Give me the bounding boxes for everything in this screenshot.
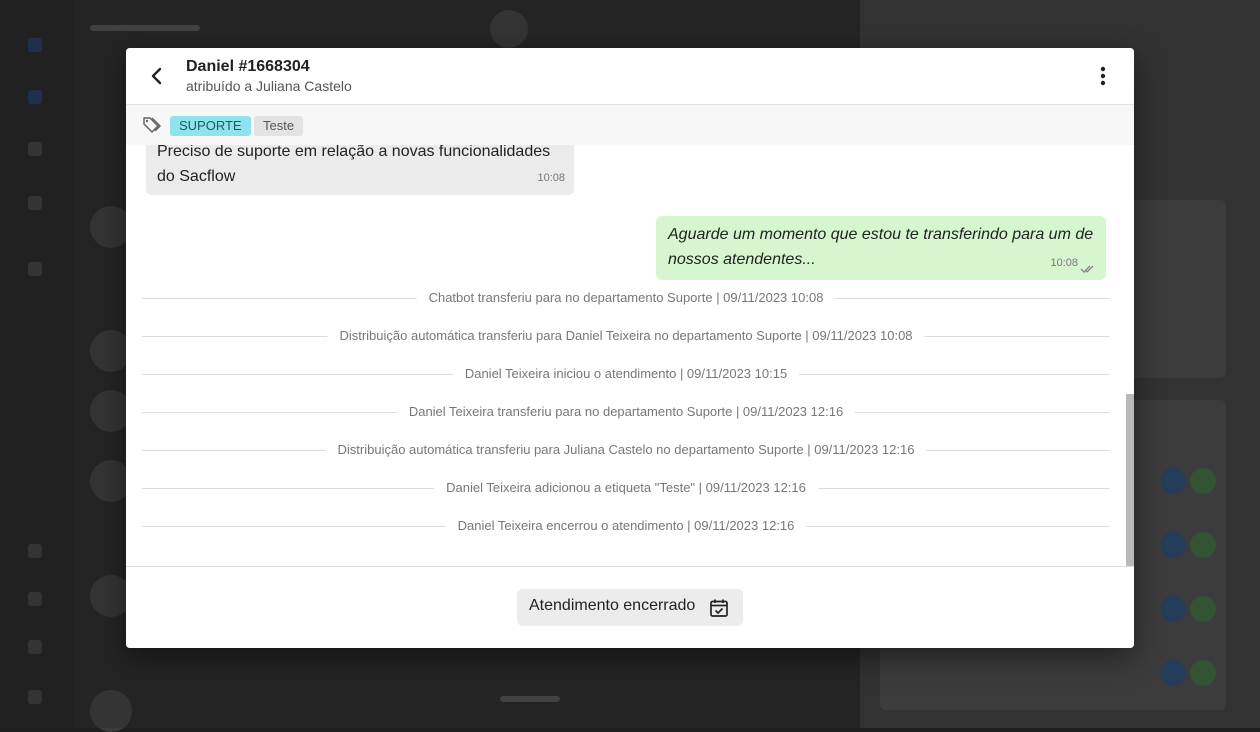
event-text: Distribuição automática transferiu para … [327,328,925,344]
incoming-message: Preciso de suporte em relação a novas fu… [146,145,574,195]
system-event: Daniel Teixeira encerrou o atendimento |… [142,518,1110,534]
system-event: Daniel Teixeira iniciou o atendimento | … [142,366,1110,382]
more-options-button[interactable] [1092,64,1114,88]
assignee-subtitle: atribuído a Juliana Castelo [186,78,352,94]
chat-scrollbar[interactable] [1126,394,1134,566]
system-event: Daniel Teixeira transferiu para no depar… [142,404,1110,420]
tag-suporte[interactable]: SUPORTE [170,116,251,136]
message-time: 10:08 [537,172,565,184]
modal-header: Daniel #1668304 atribuído a Juliana Cast… [126,48,1134,104]
chevron-left-icon [151,67,162,85]
double-check-icon [1080,265,1094,273]
event-text: Chatbot transferiu para no departamento … [416,290,836,306]
message-time: 10:08 [1050,257,1078,269]
system-event: Chatbot transferiu para no departamento … [142,290,1110,306]
back-button[interactable] [146,64,168,88]
closed-status-label: Atendimento encerrado [529,597,696,614]
system-event: Daniel Teixeira adicionou a etiqueta "Te… [142,480,1110,496]
calendar-check-icon [710,599,728,617]
message-text: Preciso de suporte em relação a novas fu… [157,145,551,185]
tag-bar: SUPORTE Teste [126,104,1134,146]
tag-teste[interactable]: Teste [254,116,304,136]
modal-footer: Atendimento encerrado [126,566,1134,648]
message-text: Aguarde um momento que estou te transfer… [668,226,1094,268]
outgoing-message: Aguarde um momento que estou te transfer… [656,216,1106,280]
event-text: Daniel Teixeira adicionou a etiqueta "Te… [434,480,818,496]
conversation-modal: Daniel #1668304 atribuído a Juliana Cast… [126,48,1134,648]
system-event: Distribuição automática transferiu para … [142,328,1110,344]
more-vertical-icon [1100,66,1106,86]
system-event: Distribuição automática transferiu para … [142,442,1110,458]
message-list[interactable]: Preciso de suporte em relação a novas fu… [126,145,1134,566]
tag-icon[interactable] [142,116,162,134]
event-text: Distribuição automática transferiu para … [325,442,927,458]
event-text: Daniel Teixeira transferiu para no depar… [396,404,856,420]
contact-title: Daniel #1668304 [186,58,310,75]
conversation-closed-status: Atendimento encerrado [517,589,743,626]
event-text: Daniel Teixeira encerrou o atendimento |… [445,518,807,534]
event-text: Daniel Teixeira iniciou o atendimento | … [452,366,800,382]
